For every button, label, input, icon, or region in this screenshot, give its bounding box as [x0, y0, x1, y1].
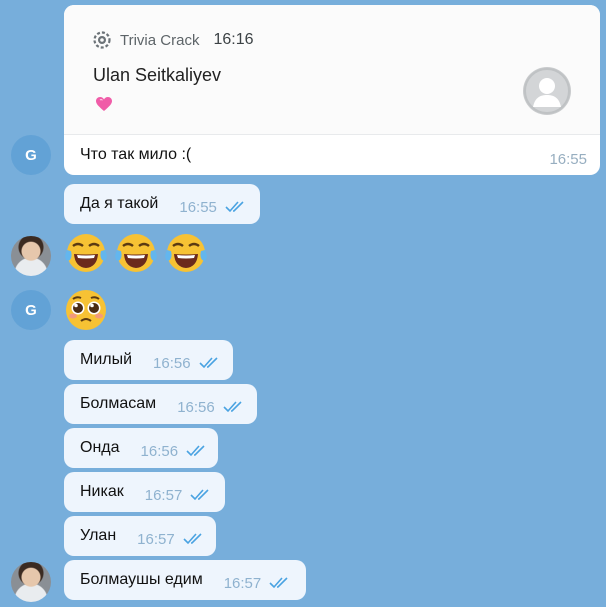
double-check-icon: [190, 489, 212, 501]
avatar-letter: G: [25, 301, 37, 319]
pink-heart-icon: [96, 97, 112, 111]
message-bubble[interactable]: Болмасам 16:56: [64, 384, 257, 424]
message-text: Улан: [80, 527, 117, 544]
message-time: 16:56: [177, 398, 215, 416]
shared-game-card[interactable]: Trivia Crack 16:16 Ulan Seitkaliyev Что …: [64, 5, 600, 175]
tears-of-joy-emoji-icon: [65, 234, 107, 272]
shared-card-caption: Что так мило :(: [80, 146, 192, 163]
emoji-message[interactable]: [64, 288, 114, 332]
double-check-icon: [199, 357, 221, 369]
message-bubble[interactable]: Да я такой 16:55: [64, 184, 260, 224]
my-avatar[interactable]: [11, 236, 51, 276]
double-check-icon: [269, 577, 291, 589]
tears-of-joy-emoji-icon: [165, 234, 207, 272]
contact-avatar[interactable]: G: [11, 135, 51, 175]
double-check-icon: [183, 533, 205, 545]
double-check-icon: [225, 201, 247, 213]
double-check-icon: [223, 401, 245, 413]
message-time: 16:57: [137, 530, 175, 548]
my-avatar[interactable]: [11, 562, 51, 602]
message-time: 16:55: [549, 151, 587, 168]
message-bubble[interactable]: Болмаушы едим 16:57: [64, 560, 306, 600]
message-time: 16:57: [223, 574, 262, 592]
pleading-face-emoji-icon: [66, 290, 106, 330]
shared-app-header: Trivia Crack 16:16: [93, 31, 254, 49]
message-bubble[interactable]: Никак 16:57: [64, 472, 225, 512]
message-text: Онда: [80, 439, 120, 456]
contact-avatar[interactable]: G: [11, 290, 51, 330]
message-time: 16:57: [144, 486, 183, 504]
tears-of-joy-emoji-icon: [115, 234, 157, 272]
default-avatar-icon: [524, 68, 570, 114]
shared-user-name: Ulan Seitkaliyev: [93, 65, 222, 85]
message-text: Болмасам: [80, 395, 157, 412]
message-bubble[interactable]: Улан 16:57: [64, 516, 216, 556]
message-time: 16:55: [179, 198, 217, 216]
message-text: Милый: [80, 351, 133, 368]
shared-app-time: 16:16: [213, 31, 254, 48]
message-text: Да я такой: [80, 195, 159, 212]
message-bubble[interactable]: Милый 16:56: [64, 340, 233, 380]
shared-game-preview[interactable]: Trivia Crack 16:16 Ulan Seitkaliyev: [64, 5, 600, 135]
message-text: Болмаушы едим: [80, 571, 203, 588]
emoji-message[interactable]: [64, 231, 214, 275]
double-check-icon: [186, 445, 208, 457]
shared-user-avatar: [523, 67, 571, 115]
avatar-letter: G: [25, 146, 37, 164]
message-text: Никак: [80, 483, 124, 500]
message-bubble[interactable]: Онда 16:56: [64, 428, 218, 468]
message-time: 16:56: [140, 442, 179, 460]
message-time: 16:56: [153, 354, 191, 372]
gear-icon: [93, 31, 111, 49]
shared-app-name: Trivia Crack: [120, 31, 200, 49]
